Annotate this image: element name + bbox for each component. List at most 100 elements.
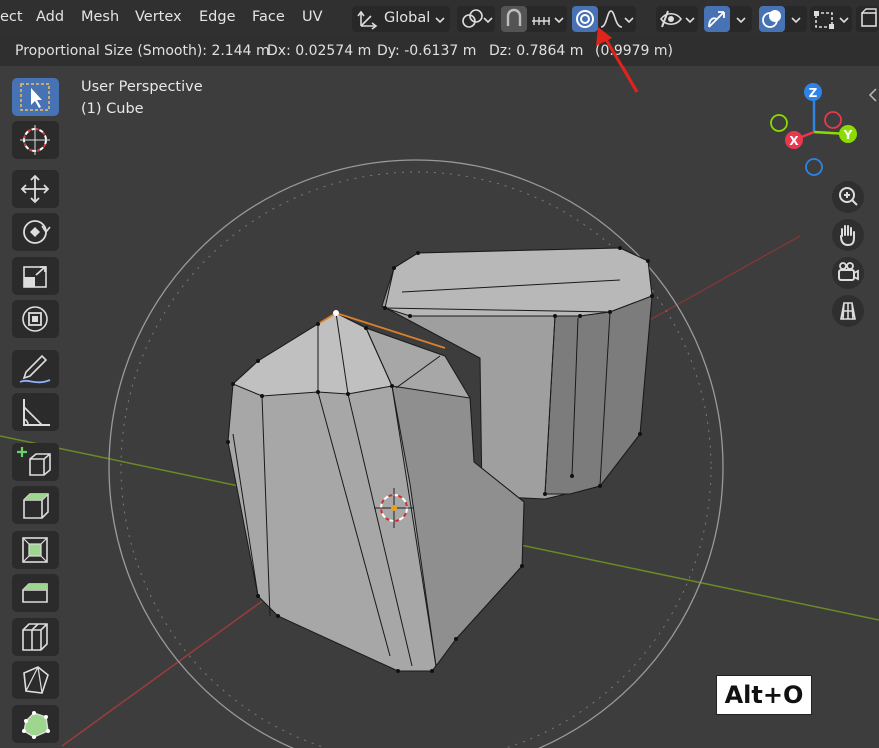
tool-knife[interactable] (12, 661, 59, 699)
transform-orientation-value: Global (384, 10, 431, 26)
move-icon (20, 174, 50, 204)
camera-view-button[interactable] (832, 257, 864, 289)
menu-uv[interactable]: UV (302, 9, 323, 25)
scale-icon (23, 266, 47, 288)
tool-rotate[interactable] (12, 213, 59, 251)
visibility-icon (660, 10, 682, 28)
inset-icon (22, 537, 48, 563)
neg-y-axis-handle[interactable] (770, 114, 788, 132)
x-axis-line-upper (629, 235, 801, 332)
snapping-group (501, 6, 567, 32)
zoom-button[interactable] (832, 181, 864, 213)
tool-poly-build[interactable] (12, 705, 59, 743)
cursor-icon (20, 125, 50, 155)
viewport-scene[interactable] (0, 66, 879, 748)
snap-toggle[interactable] (501, 6, 527, 32)
tool-move[interactable] (12, 170, 59, 208)
extrude-icon (23, 493, 49, 519)
snap-increment-icon[interactable] (529, 7, 553, 31)
measure-icon (23, 399, 50, 426)
tool-scale[interactable] (12, 257, 59, 295)
menu-add[interactable]: Add (36, 9, 64, 25)
tool-bevel[interactable] (12, 574, 59, 612)
proportional-editing-toggle[interactable] (572, 6, 598, 32)
bevel-icon (22, 583, 48, 603)
chevron-down-icon (483, 17, 493, 24)
dz-value: Dz: 0.7864 m (489, 43, 584, 59)
transform-orientation-dropdown[interactable]: Global (352, 6, 450, 32)
tool-inset[interactable] (12, 531, 59, 569)
proportional-editing-icon (576, 10, 594, 28)
transform-orientation-icon (357, 10, 378, 30)
editor-header: ect Add Mesh Vertex Edge Face UV Global (0, 0, 879, 38)
shading-toggle[interactable] (856, 6, 879, 32)
tool-loop-cut[interactable] (12, 618, 59, 656)
tool-add-cube[interactable] (12, 443, 59, 481)
zoom-icon (839, 187, 858, 206)
z-axis-label: Z (809, 86, 818, 100)
y-axis-label: Y (843, 128, 853, 142)
overlay-icon (762, 10, 781, 28)
chevron-down-icon (685, 17, 695, 24)
overlay-group (759, 6, 807, 32)
tool-extrude[interactable] (12, 486, 59, 524)
visibility-dropdown[interactable] (656, 6, 698, 32)
tool-annotate[interactable] (12, 350, 59, 388)
chevron-down-icon (839, 17, 849, 24)
perspective-toggle-button[interactable] (832, 295, 864, 327)
proportional-size-text: Proportional Size (Smooth): 2.144 m (15, 43, 270, 59)
overlay-toggle[interactable] (759, 6, 785, 32)
grid-icon (840, 302, 856, 320)
view-name: User Perspective (81, 79, 203, 95)
neg-x-axis-handle[interactable] (824, 111, 842, 129)
x-axis-label: X (789, 134, 799, 148)
operator-status-bar: Proportional Size (Smooth): 2.144 m Dx: … (0, 38, 879, 66)
chevron-down-icon (624, 17, 634, 24)
proportional-falloff-icon[interactable] (599, 7, 625, 31)
chevron-down-icon (435, 17, 445, 24)
rotate-icon (23, 220, 51, 244)
poly-build-icon (22, 711, 50, 739)
tool-select-box[interactable] (12, 78, 59, 116)
sidebar-toggle-icon[interactable] (868, 88, 878, 102)
navigation-gizmo[interactable]: Z Y X (766, 78, 866, 188)
gizmo-group (704, 6, 752, 32)
menu-vertex[interactable]: Vertex (135, 9, 182, 25)
chevron-down-icon (554, 17, 564, 24)
mesh-front-cube[interactable] (227, 312, 525, 672)
object-name: (1) Cube (81, 101, 144, 117)
wireframe-icon (861, 8, 877, 27)
camera-icon (838, 262, 859, 281)
menu-face[interactable]: Face (252, 9, 285, 25)
neg-z-axis-handle[interactable] (805, 158, 823, 176)
shortcut-label: Alt+O (716, 675, 812, 715)
gizmo-icon (708, 11, 725, 28)
xray-icon (814, 11, 834, 29)
chevron-down-icon (736, 17, 746, 24)
add-cube-icon (17, 447, 51, 476)
pan-button[interactable] (832, 219, 864, 251)
active-vertex[interactable] (333, 310, 339, 316)
loop-cut-icon (22, 623, 48, 651)
pivot-point-dropdown[interactable] (457, 6, 495, 32)
dx-value: Dx: 0.02574 m (267, 43, 372, 59)
menu-edge[interactable]: Edge (199, 9, 236, 25)
tool-transform[interactable] (12, 300, 59, 338)
gizmo-toggle[interactable] (704, 6, 730, 32)
transform-icon (22, 306, 48, 332)
knife-icon (23, 666, 49, 694)
snap-icon (506, 8, 522, 26)
3d-viewport[interactable]: User Perspective (1) Cube Z Y X (0, 66, 879, 748)
dz-total-value: (0.9979 m) (595, 43, 673, 59)
tool-measure[interactable] (12, 393, 59, 431)
dy-value: Dy: -0.6137 m (377, 43, 477, 59)
chevron-down-icon (791, 17, 801, 24)
annotate-icon (19, 354, 51, 384)
menu-select[interactable]: ect (0, 9, 23, 25)
xray-dropdown[interactable] (810, 6, 852, 32)
hand-icon (840, 225, 855, 247)
tool-cursor[interactable] (12, 121, 59, 159)
menu-mesh[interactable]: Mesh (81, 9, 119, 25)
annotation-arrow (620, 66, 639, 93)
proportional-editing-group (572, 6, 636, 32)
